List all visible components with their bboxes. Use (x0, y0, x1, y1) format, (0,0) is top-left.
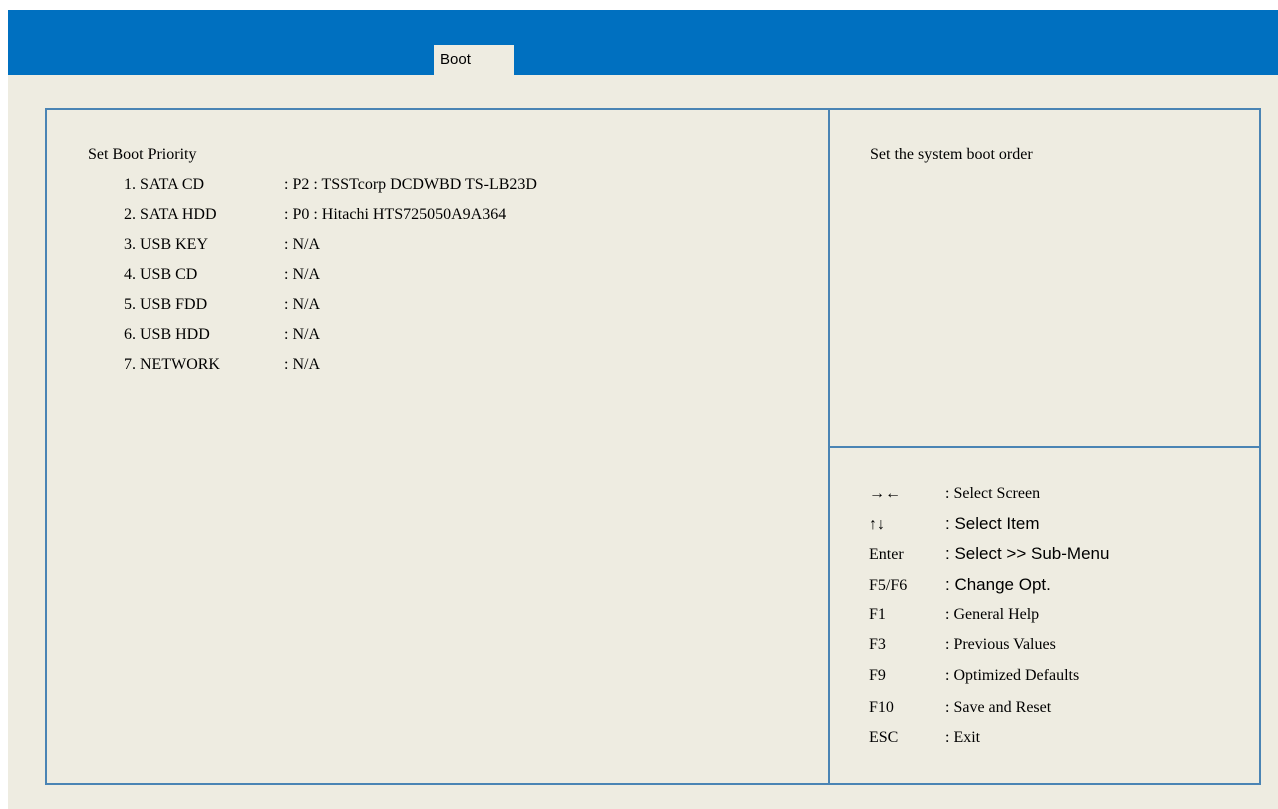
key-hint-select-screen: →← : Select Screen (869, 483, 1040, 505)
key-hint-desc: : Select >> Sub-Menu (945, 544, 1110, 563)
boot-item-label: 6. USB HDD (124, 326, 210, 343)
boot-item-7[interactable]: 7. NETWORK : N/A (124, 354, 320, 376)
key-hint-general-help: F1 : General Help (869, 604, 1039, 626)
key-hint-previous-values: F3 : Previous Values (869, 634, 1056, 656)
key-hint-desc: : Select Item (945, 514, 1040, 533)
up-down-arrows-icon: ↑↓ (869, 516, 885, 533)
key-hint-select-item: ↑↓ : Select Item (869, 513, 1039, 535)
boot-item-6[interactable]: 6. USB HDD : N/A (124, 324, 320, 346)
key-hint-enter: Enter : Select >> Sub-Menu (869, 543, 1109, 565)
key-hint-change-opt: F5/F6 : Change Opt. (869, 574, 1051, 596)
key-hint-key: F3 (869, 636, 886, 653)
boot-item-label: 3. USB KEY (124, 236, 209, 253)
boot-item-1[interactable]: 1. SATA CD : P2 : TSSTcorp DCDWBD TS-LB23… (124, 174, 537, 196)
boot-item-value: : N/A (284, 266, 320, 283)
key-hint-exit: ESC : Exit (869, 727, 980, 749)
boot-item-label: 2. SATA HDD (124, 206, 217, 223)
boot-item-value: : P2 : TSSTcorp DCDWBD TS-LB23D (284, 176, 537, 193)
key-hint-key: F10 (869, 699, 894, 716)
key-hint-save-reset: F10 : Save and Reset (869, 697, 1051, 719)
key-hint-key: ESC (869, 729, 899, 746)
boot-item-value: : N/A (284, 296, 320, 313)
left-right-arrows-icon: →← (869, 485, 901, 502)
boot-item-5[interactable]: 5. USB FDD : N/A (124, 294, 320, 316)
boot-item-label: 4. USB CD (124, 266, 198, 283)
boot-item-2[interactable]: 2. SATA HDD : P0 : Hitachi HTS725050A9A36… (124, 204, 506, 226)
boot-item-value: : N/A (284, 356, 320, 373)
boot-item-label: 5. USB FDD (124, 296, 208, 313)
boot-item-value: : N/A (284, 326, 320, 343)
key-hint-desc: : Change Opt. (945, 575, 1051, 594)
key-hint-desc: : Select Screen (945, 485, 1041, 502)
key-hint-optimized-defaults: F9 : Optimized Defaults (869, 665, 1079, 687)
title-bar (8, 10, 1278, 75)
key-hint-desc: : Exit (945, 729, 981, 746)
boot-item-value: : P0 : Hitachi HTS725050A9A364 (284, 206, 507, 223)
help-description: Set the system boot order (870, 146, 1033, 163)
key-hint-desc: : Save and Reset (945, 699, 1052, 716)
key-hint-desc: : Previous Values (945, 636, 1056, 653)
boot-item-4[interactable]: 4. USB CD : N/A (124, 264, 320, 286)
key-hint-desc: : General Help (945, 606, 1040, 623)
key-hint-key: F9 (869, 667, 886, 684)
boot-item-label: 1. SATA CD (124, 176, 205, 193)
boot-item-3[interactable]: 3. USB KEY : N/A (124, 234, 320, 256)
boot-item-label: 7. NETWORK (124, 356, 220, 373)
section-title: Set Boot Priority (88, 146, 197, 163)
boot-item-value: : N/A (284, 236, 320, 253)
panel-divider-horizontal (828, 446, 1261, 448)
key-hint-key: F5/F6 (869, 577, 908, 594)
tab-boot[interactable]: Boot (434, 45, 514, 75)
key-hint-desc: : Optimized Defaults (945, 667, 1080, 684)
key-hint-key: F1 (869, 606, 886, 623)
key-hint-key: Enter (869, 546, 904, 563)
